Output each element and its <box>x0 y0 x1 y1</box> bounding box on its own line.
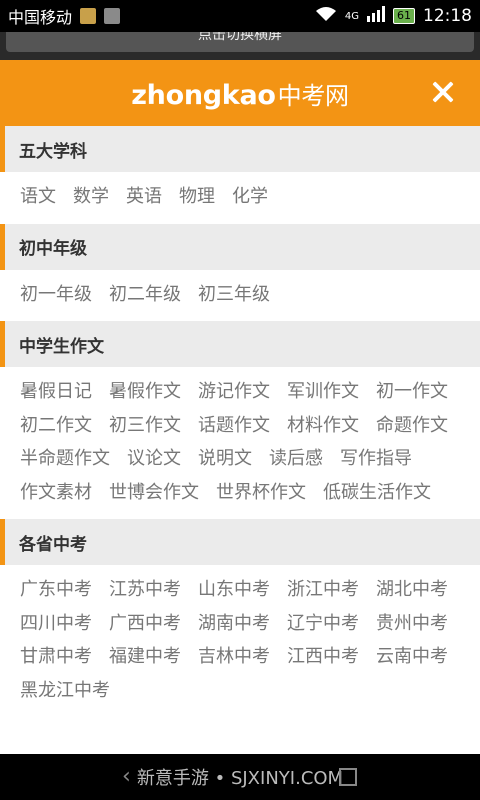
category-link[interactable]: 福建中考 <box>109 640 181 674</box>
category-link[interactable]: 写作指导 <box>340 442 412 476</box>
site-header: zhongkao中考网 <box>0 60 480 126</box>
notification-image-icon <box>104 8 121 24</box>
notification-app-icon <box>80 8 97 24</box>
category-link[interactable]: 暑假作文 <box>109 375 181 409</box>
close-icon[interactable] <box>426 76 458 108</box>
site-logo[interactable]: zhongkao中考网 <box>131 76 349 111</box>
section-title: 五大学科 <box>0 126 480 172</box>
category-link[interactable]: 材料作文 <box>287 409 359 443</box>
recent-apps-icon[interactable] <box>338 767 358 791</box>
category-link[interactable]: 初三作文 <box>109 409 181 443</box>
network-type: 4G <box>344 10 359 22</box>
category-link[interactable]: 黑龙江中考 <box>20 674 110 708</box>
section-links: 暑假日记 暑假作文 游记作文 军训作文 初一作文初二作文 初三作文 话题作文 材料作文 命题作文… <box>0 367 480 519</box>
category-link[interactable]: 广东中考 <box>20 573 92 607</box>
category-link[interactable]: 英语 <box>126 180 162 214</box>
orientation-switch-button[interactable]: 点击切换横屏 <box>6 32 474 52</box>
status-left: 中国移动 <box>8 4 121 28</box>
category-link[interactable]: 作文素材 <box>20 476 92 510</box>
wifi-icon <box>315 6 337 26</box>
category-link[interactable]: 低碳生活作文 <box>323 476 431 510</box>
category-link[interactable]: 江苏中考 <box>109 573 181 607</box>
section-title: 中学生作文 <box>0 321 480 367</box>
category-link[interactable]: 暑假日记 <box>20 375 92 409</box>
orientation-switch-bar: 点击切换横屏 <box>0 32 480 60</box>
category-link[interactable]: 云南中考 <box>376 640 448 674</box>
battery-icon: 61 <box>393 8 415 24</box>
section-title: 初中年级 <box>0 223 480 270</box>
category-link[interactable]: 世博会作文 <box>109 476 199 510</box>
status-bar: 中国移动 4G 61 12:18 <box>0 0 480 32</box>
category-link[interactable]: 山东中考 <box>198 573 270 607</box>
category-link[interactable]: 世界杯作文 <box>216 476 306 510</box>
category-link[interactable]: 语文 <box>20 180 56 214</box>
category-link[interactable]: 辽宁中考 <box>287 607 359 641</box>
category-link[interactable]: 读后感 <box>269 442 323 476</box>
watermark: 新意手游 • SJXINYI.COM <box>136 768 344 789</box>
category-menu: 五大学科 语文 数学 英语 物理 化学 初中年级 初一年级 初二年级 初三年级 中学生作文 暑假日记暑… <box>0 126 480 754</box>
category-link[interactable]: 初二年级 <box>109 278 181 312</box>
section-links: 语文 数学 英语 物理 化学 <box>0 172 480 224</box>
category-link[interactable]: 初三年级 <box>198 278 270 312</box>
category-link[interactable]: 游记作文 <box>198 375 270 409</box>
category-link[interactable]: 浙江中考 <box>287 573 359 607</box>
category-link[interactable]: 初一作文 <box>376 375 448 409</box>
category-link[interactable]: 数学 <box>73 180 109 214</box>
category-link[interactable]: 初一年级 <box>20 278 92 312</box>
category-link[interactable]: 命题作文 <box>376 409 448 443</box>
category-link[interactable]: 半命题作文 <box>20 442 110 476</box>
category-link[interactable]: 吉林中考 <box>198 640 270 674</box>
category-link[interactable]: 湖北中考 <box>376 573 448 607</box>
category-link[interactable]: 议论文 <box>127 442 181 476</box>
category-link[interactable]: 四川中考 <box>20 607 92 641</box>
category-link[interactable]: 军训作文 <box>287 375 359 409</box>
brand-name-cn: 中考网 <box>277 81 349 110</box>
section-links: 初一年级 初二年级 初三年级 <box>0 270 480 322</box>
category-link[interactable]: 化学 <box>232 180 268 214</box>
navigation-bar: ‹ 新意手游 • SJXINYI.COM <box>0 754 480 800</box>
section-title: 各省中考 <box>0 519 480 565</box>
category-link[interactable]: 贵州中考 <box>376 607 448 641</box>
category-link[interactable]: 物理 <box>179 180 215 214</box>
brand-name-en: zhongkao <box>131 79 276 111</box>
category-link[interactable]: 广西中考 <box>109 607 181 641</box>
section-links: 广东中考 江苏中考 山东中考 浙江中考 湖北中考四川中考 广西中考 湖南中考 辽宁中考 贵州中考… <box>0 565 480 717</box>
category-link[interactable]: 甘肃中考 <box>20 640 92 674</box>
category-link[interactable]: 说明文 <box>198 442 252 476</box>
status-time: 12:18 <box>423 6 472 26</box>
status-right: 4G 61 12:18 <box>315 6 472 26</box>
category-link[interactable]: 话题作文 <box>198 409 270 443</box>
category-link[interactable]: 江西中考 <box>287 640 359 674</box>
category-link[interactable]: 初二作文 <box>20 409 92 443</box>
signal-icon <box>367 6 385 26</box>
carrier-name: 中国移动 <box>8 8 73 27</box>
category-link[interactable]: 湖南中考 <box>198 607 270 641</box>
